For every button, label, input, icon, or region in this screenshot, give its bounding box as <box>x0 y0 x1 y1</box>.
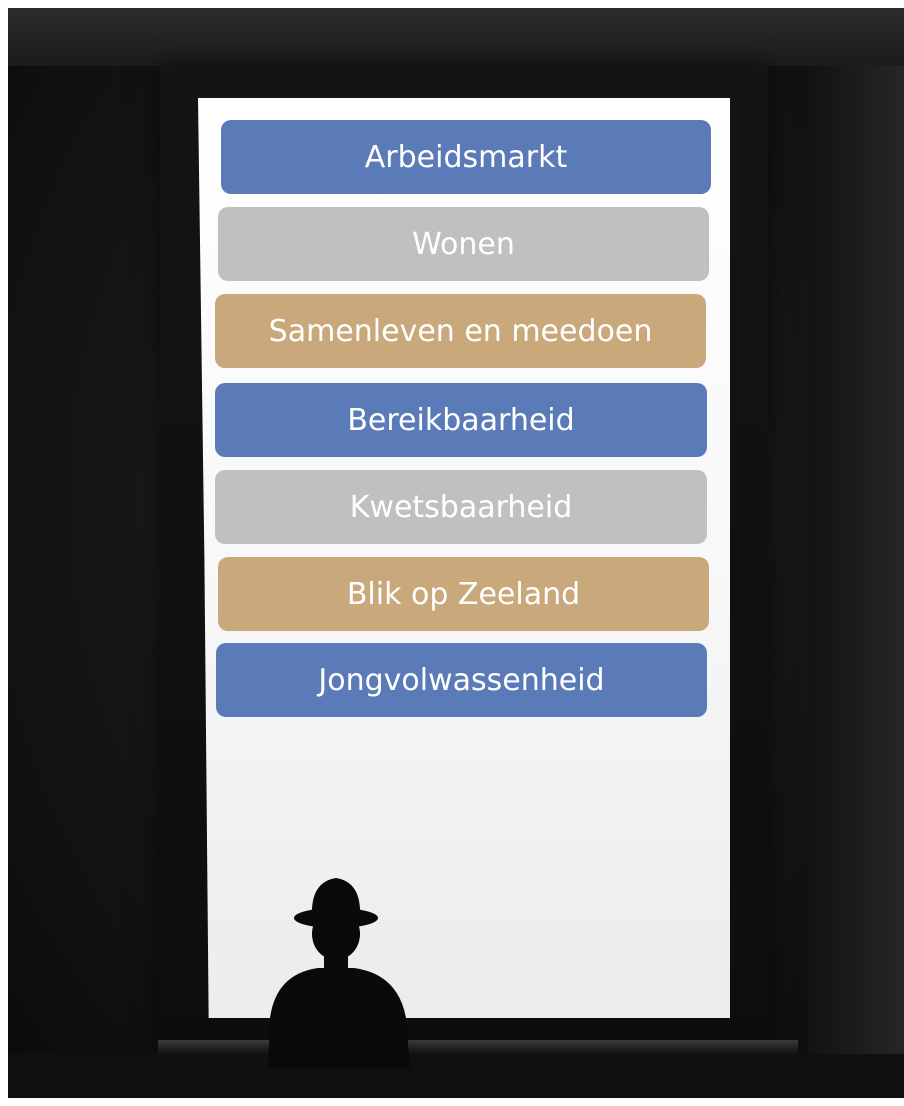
topic-menu: Arbeidsmarkt Wonen Samenleven en meedoen… <box>0 0 904 1106</box>
topic-button-kwetsbaarheid[interactable]: Kwetsbaarheid <box>215 470 707 544</box>
topic-button-wonen[interactable]: Wonen <box>218 207 709 281</box>
topic-label: Arbeidsmarkt <box>364 139 568 175</box>
topic-button-samenleven-en-meedoen[interactable]: Samenleven en meedoen <box>215 294 706 368</box>
topic-button-arbeidsmarkt[interactable]: Arbeidsmarkt <box>221 120 711 194</box>
topic-label: Kwetsbaarheid <box>349 489 573 525</box>
topic-label: Blik op Zeeland <box>346 576 581 612</box>
topic-label: Jongvolwassenheid <box>318 662 605 698</box>
topic-button-bereikbaarheid[interactable]: Bereikbaarheid <box>215 383 707 457</box>
topic-label: Wonen <box>412 226 515 262</box>
topic-button-blik-op-zeeland[interactable]: Blik op Zeeland <box>218 557 709 631</box>
topic-label: Bereikbaarheid <box>347 402 575 438</box>
topic-label: Samenleven en meedoen <box>268 313 653 349</box>
topic-button-jongvolwassenheid[interactable]: Jongvolwassenheid <box>216 643 707 717</box>
